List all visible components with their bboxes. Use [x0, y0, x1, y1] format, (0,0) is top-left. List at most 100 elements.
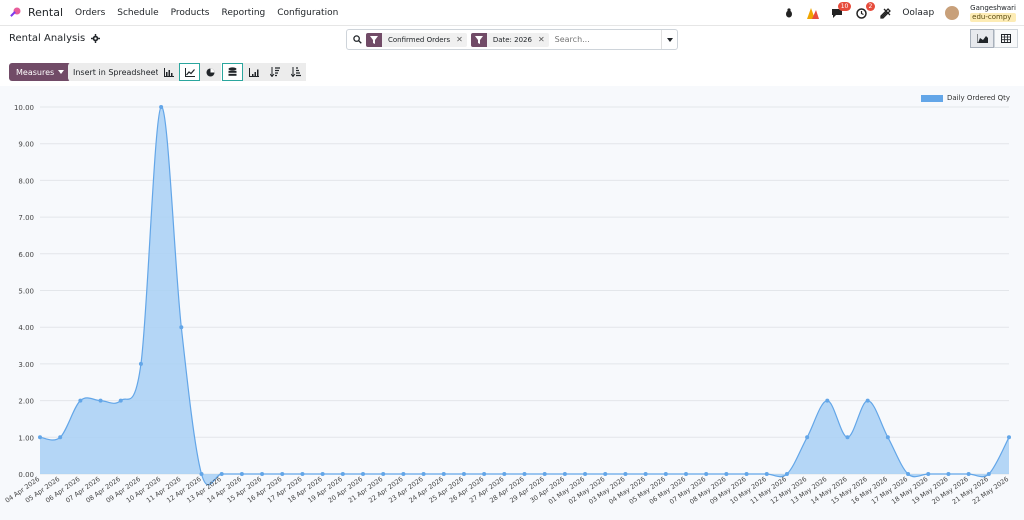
data-point — [623, 472, 628, 476]
measures-label: Measures — [16, 67, 55, 77]
legend-swatch — [920, 94, 943, 102]
facet-remove-icon[interactable]: ✕ — [538, 35, 549, 44]
data-point — [98, 398, 103, 403]
data-point — [684, 472, 688, 476]
user-name: Gangeshwari — [970, 4, 1016, 12]
data-point — [522, 472, 527, 476]
data-point — [704, 472, 709, 476]
data-point — [643, 472, 648, 476]
data-point — [986, 472, 991, 476]
data-point — [583, 472, 588, 476]
data-point — [58, 435, 63, 440]
data-point — [906, 472, 911, 476]
menu-orders[interactable]: Orders — [75, 8, 105, 18]
y-tick-label: 3.00 — [18, 361, 34, 369]
user-avatar[interactable] — [944, 5, 961, 21]
studio-icon[interactable] — [806, 6, 820, 20]
facet-label: Confirmed Orders — [388, 35, 451, 44]
y-tick-label: 6.00 — [18, 251, 34, 259]
view-pivot-button[interactable] — [994, 29, 1018, 48]
data-point — [744, 472, 749, 476]
menu-reporting[interactable]: Reporting — [222, 8, 266, 18]
search-icon — [353, 35, 362, 44]
y-tick-label: 8.00 — [18, 177, 34, 185]
sort-descending-button[interactable] — [264, 63, 285, 81]
facet-confirmed-orders: Confirmed Orders ✕ — [366, 32, 467, 47]
sort-ascending-button[interactable] — [285, 63, 306, 81]
view-graph-button[interactable] — [970, 29, 994, 48]
menu-schedule[interactable]: Schedule — [117, 8, 158, 18]
menu-configuration[interactable]: Configuration — [277, 8, 338, 18]
chart-type-group — [158, 63, 221, 81]
data-point — [885, 435, 890, 440]
data-point — [542, 472, 547, 476]
app-name[interactable]: Rental — [28, 6, 63, 19]
stacked-button[interactable] — [222, 63, 243, 81]
facet-date: Date: 2026 ✕ — [470, 32, 549, 47]
facet-remove-icon[interactable]: ✕ — [456, 35, 467, 44]
data-point — [381, 472, 386, 476]
data-point — [845, 435, 850, 440]
data-point — [603, 472, 608, 476]
bug-icon[interactable] — [782, 6, 796, 20]
pie-chart-button[interactable] — [200, 63, 221, 81]
y-tick-label: 9.00 — [18, 141, 34, 149]
filter-icon — [366, 32, 382, 47]
table-icon — [1001, 34, 1011, 43]
data-point — [401, 472, 406, 476]
gear-icon[interactable] — [91, 34, 101, 43]
line-chart-button[interactable] — [179, 63, 200, 81]
facet-label: Date: 2026 — [492, 35, 532, 44]
data-point — [280, 472, 285, 476]
data-point — [219, 472, 224, 476]
search-options-toggle[interactable] — [661, 30, 677, 49]
activity-clock-icon[interactable]: 2 — [854, 2, 876, 20]
data-point — [784, 472, 789, 476]
cumulative-button[interactable] — [243, 63, 264, 81]
y-tick-label: 5.00 — [18, 288, 34, 296]
pie-chart-icon — [206, 68, 215, 76]
bar-chart-icon — [163, 67, 174, 77]
data-point — [138, 361, 143, 366]
data-point — [461, 472, 466, 476]
data-point — [663, 472, 668, 476]
data-point — [482, 472, 487, 476]
data-point — [320, 472, 325, 476]
data-point — [926, 472, 931, 476]
data-point — [199, 472, 204, 476]
company-switcher[interactable]: Oolaap — [902, 8, 934, 18]
user-menu[interactable]: Gangeshwari edu-compy — [970, 4, 1016, 22]
data-point — [562, 472, 567, 476]
area-chart: 0.001.002.003.004.005.006.007.008.009.00… — [4, 104, 1011, 506]
data-point — [825, 398, 830, 403]
measures-dropdown-button[interactable]: Measures — [9, 63, 72, 81]
insert-spreadsheet-button[interactable]: Insert in Spreadsheet — [68, 63, 164, 81]
menu-products[interactable]: Products — [171, 8, 210, 18]
insert-label: Insert in Spreadsheet — [73, 67, 159, 77]
data-point — [421, 472, 426, 476]
tools-icon[interactable] — [878, 6, 892, 20]
rental-app-icon[interactable] — [8, 6, 22, 20]
breadcrumb: Rental Analysis — [9, 33, 101, 44]
data-point — [966, 472, 971, 476]
sort-group — [264, 63, 306, 81]
data-point — [159, 105, 164, 109]
database-tag: edu-compy — [970, 13, 1016, 22]
sort-ascending-icon — [290, 67, 301, 77]
data-point — [502, 472, 507, 476]
data-point — [179, 325, 184, 330]
filter-icon — [470, 32, 487, 47]
data-point — [441, 472, 446, 476]
chart-legend[interactable]: Daily Ordered Qty — [920, 94, 1010, 102]
data-point — [361, 472, 365, 476]
data-point — [946, 472, 951, 476]
bar-chart-button[interactable] — [158, 63, 179, 81]
chart-options-group — [222, 63, 264, 81]
chat-badge: 10 — [837, 2, 852, 11]
data-point — [38, 435, 42, 440]
search-input[interactable] — [554, 35, 675, 44]
search-bar: Confirmed Orders ✕ Date: 2026 ✕ — [346, 29, 678, 50]
chat-icon[interactable]: 10 — [830, 2, 852, 20]
sort-descending-icon — [269, 67, 280, 77]
y-tick-label: 7.00 — [18, 214, 34, 222]
